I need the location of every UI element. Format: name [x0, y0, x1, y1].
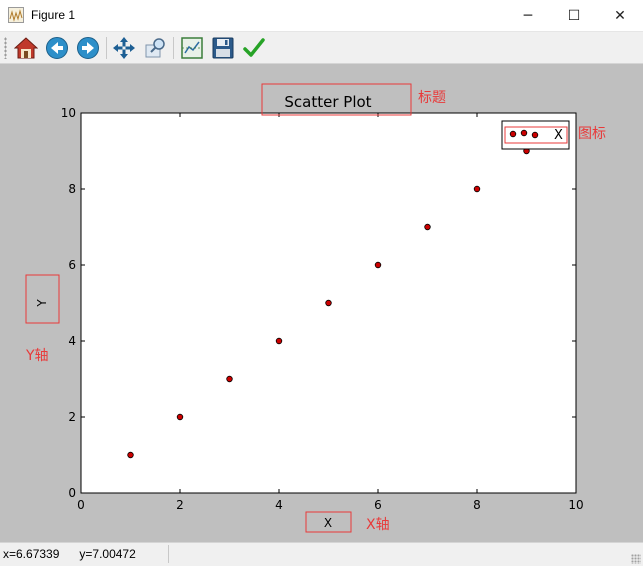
scatter-point[interactable]	[473, 185, 481, 193]
y-tick-label: 4	[68, 334, 76, 348]
subplots-icon	[181, 37, 203, 59]
x-tick-label: 4	[275, 498, 283, 512]
resize-grip[interactable]	[631, 554, 641, 564]
legend: X	[501, 120, 570, 150]
y-tick-label: 0	[68, 486, 76, 500]
home-button[interactable]	[13, 35, 39, 61]
x-tick-label: 8	[473, 498, 481, 512]
save-button[interactable]	[210, 35, 236, 61]
edit-parameters-button[interactable]	[241, 35, 267, 61]
zoom-rect-icon	[145, 38, 165, 58]
y-tick-label: 6	[68, 258, 76, 272]
scatter-point[interactable]	[275, 337, 283, 345]
x-axis-label: X	[324, 516, 332, 530]
pan-button[interactable]	[111, 35, 137, 61]
forward-button[interactable]	[75, 35, 101, 61]
window-title-bar: Figure 1 ─ ☐ ✕	[0, 0, 643, 32]
cursor-coordinates: x=6.67339 y=7.00472	[3, 547, 136, 561]
status-bar: x=6.67339 y=7.00472	[0, 542, 643, 566]
status-divider	[168, 545, 169, 563]
xaxis-annotation-label: X轴	[366, 517, 390, 533]
window-title: Figure 1	[31, 8, 76, 22]
move-arrows-icon	[113, 37, 135, 59]
yaxis-annotation-label: Y轴	[25, 348, 49, 364]
title-annotation-label: 标题	[418, 90, 446, 106]
legend-label: X	[554, 128, 563, 143]
scatter-point[interactable]	[176, 413, 184, 421]
toolbar-grip[interactable]	[4, 37, 7, 59]
maximize-icon: ☐	[567, 7, 581, 24]
legend-marker	[531, 131, 539, 139]
navigation-toolbar	[0, 32, 643, 64]
maximize-button[interactable]: ☐	[551, 0, 597, 31]
minimize-button[interactable]: ─	[505, 0, 551, 31]
x-tick-label: 6	[374, 498, 382, 512]
chart-title: Scatter Plot	[284, 93, 371, 111]
checkmark-icon	[243, 38, 265, 57]
x-tick-label: 10	[568, 498, 583, 512]
y-tick-label: 2	[68, 410, 76, 424]
x-tick-label: 2	[176, 498, 184, 512]
scatter-chart[interactable]: 0 2 4 6 8 100246810 Scatter Plot X Y X 标题 图标 …	[0, 64, 643, 542]
scatter-point[interactable]	[374, 261, 382, 269]
floppy-disk-icon	[212, 37, 234, 59]
configure-subplots-button[interactable]	[179, 35, 205, 61]
scatter-point[interactable]	[226, 375, 233, 383]
y-tick-label: 8	[68, 182, 76, 196]
figure-app-icon	[8, 7, 24, 23]
close-button[interactable]: ✕	[597, 0, 643, 31]
scatter-point[interactable]	[424, 223, 431, 231]
close-icon: ✕	[614, 7, 626, 24]
back-arrow-icon	[46, 37, 68, 59]
legend-marker	[509, 130, 517, 138]
back-button[interactable]	[44, 35, 70, 61]
forward-arrow-icon	[77, 37, 99, 59]
toolbar-separator	[106, 37, 107, 59]
figure-canvas[interactable]: 0 2 4 6 8 10 0 2 4 6 8 10 Scatter Plot X Y X 标题 图标 …	[0, 64, 643, 542]
scatter-point[interactable]	[127, 451, 134, 459]
y-tick-label: 10	[61, 106, 76, 120]
scatter-point[interactable]	[325, 299, 332, 307]
y-axis-label: Y	[35, 299, 49, 308]
home-icon	[14, 37, 38, 59]
minimize-icon: ─	[523, 7, 533, 24]
toolbar-separator	[173, 37, 174, 59]
zoom-button[interactable]	[142, 35, 168, 61]
yaxis-annotation-box	[25, 274, 60, 324]
x-tick-label: 0	[77, 498, 85, 512]
legend-marker	[520, 129, 528, 137]
legend-annotation-label: 图标	[578, 126, 606, 142]
